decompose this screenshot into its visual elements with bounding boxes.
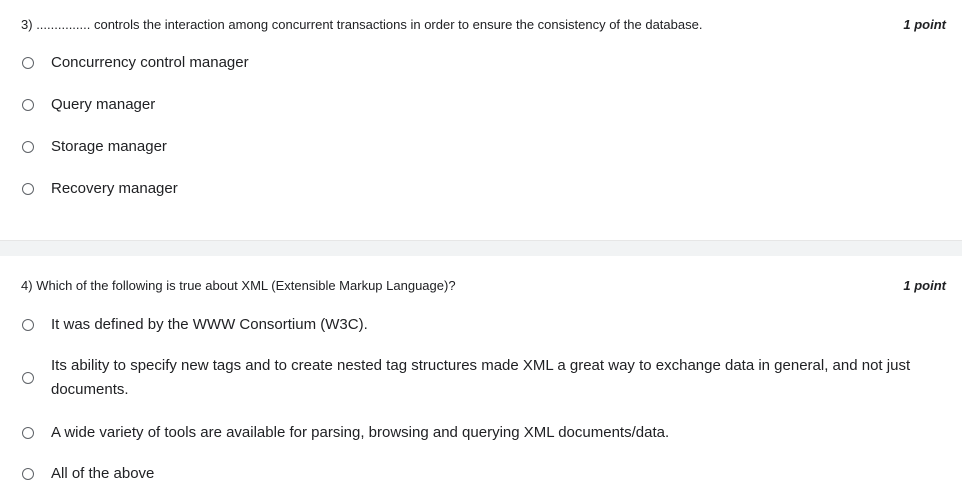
radio-button[interactable]: [22, 141, 34, 153]
question-card-4: 4) Which of the following is true about …: [0, 256, 962, 500]
option-label[interactable]: It was defined by the WWW Consortium (W3…: [51, 313, 368, 337]
radio-button[interactable]: [22, 183, 34, 195]
option-new-tags-nested[interactable]: Its ability to specify new tags and to c…: [22, 354, 941, 402]
radio-button[interactable]: [22, 372, 34, 384]
points-label: 1 point: [903, 17, 946, 32]
option-label[interactable]: Its ability to specify new tags and to c…: [51, 354, 941, 402]
option-label[interactable]: Storage manager: [51, 135, 167, 159]
question-number: 4): [21, 278, 33, 293]
question-number: 3): [21, 17, 33, 32]
option-label[interactable]: All of the above: [51, 462, 154, 486]
radio-button[interactable]: [22, 468, 34, 480]
question-header: 4) Which of the following is true about …: [21, 278, 946, 294]
option-label[interactable]: A wide variety of tools are available fo…: [51, 421, 669, 445]
radio-button[interactable]: [22, 427, 34, 439]
option-concurrency-control-manager[interactable]: Concurrency control manager: [22, 51, 249, 75]
option-label[interactable]: Recovery manager: [51, 177, 178, 201]
radio-button[interactable]: [22, 99, 34, 111]
radio-button[interactable]: [22, 57, 34, 69]
section-divider: [0, 240, 962, 257]
question-body: Which of the following is true about XML…: [36, 278, 456, 293]
option-label[interactable]: Query manager: [51, 93, 155, 117]
radio-button[interactable]: [22, 319, 34, 331]
question-text: 4) Which of the following is true about …: [21, 278, 903, 294]
question-card-3: 3) ............... controls the interact…: [0, 0, 962, 240]
question-header: 3) ............... controls the interact…: [21, 17, 946, 33]
question-body: ............... controls the interaction…: [36, 17, 703, 32]
option-storage-manager[interactable]: Storage manager: [22, 135, 167, 159]
option-tools-available[interactable]: A wide variety of tools are available fo…: [22, 421, 669, 445]
option-label[interactable]: Concurrency control manager: [51, 51, 249, 75]
option-recovery-manager[interactable]: Recovery manager: [22, 177, 178, 201]
option-w3c-defined[interactable]: It was defined by the WWW Consortium (W3…: [22, 313, 368, 337]
points-label: 1 point: [903, 278, 946, 293]
option-query-manager[interactable]: Query manager: [22, 93, 155, 117]
question-text: 3) ............... controls the interact…: [21, 17, 903, 33]
option-all-of-the-above[interactable]: All of the above: [22, 462, 154, 486]
